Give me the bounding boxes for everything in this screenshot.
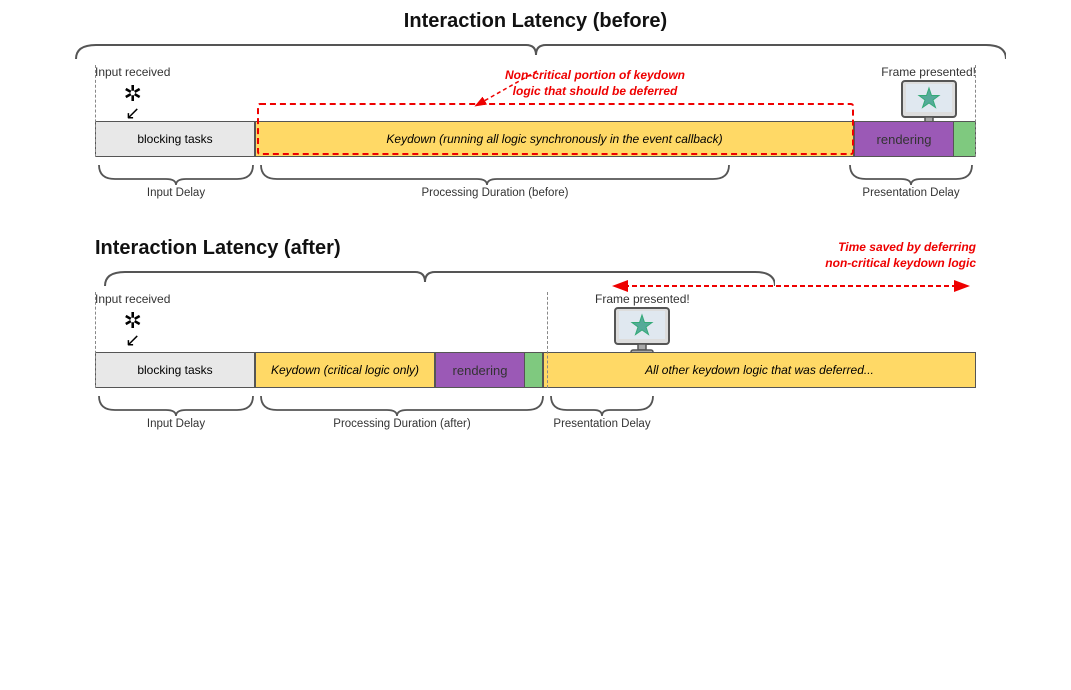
processing-duration-label-after: Processing Duration (after) <box>257 418 547 430</box>
sublabels-before: Input Delay Processing Duration (before)… <box>95 161 976 199</box>
frame-presented-before: Frame presented! <box>881 65 976 129</box>
brace-presentation-before <box>846 161 976 185</box>
brace-input-delay-after <box>95 392 257 416</box>
input-received-before: Input received ✲ ↙ <box>95 65 170 124</box>
processing-duration-label-before: Processing Duration (before) <box>257 187 733 199</box>
bar-keydown-before: Keydown (running all logic synchronously… <box>255 121 854 157</box>
brace-presentation-after <box>547 392 657 416</box>
non-critical-label: Non-critical portion of keydownlogic tha… <box>485 67 705 99</box>
input-delay-label-before: Input Delay <box>95 187 257 199</box>
presentation-delay-label-after: Presentation Delay <box>547 418 657 430</box>
bar-rendering-after: rendering <box>435 352 525 388</box>
monitor-icon-after <box>611 306 673 356</box>
sublabels-after: Input Delay Processing Duration (after) … <box>95 392 976 430</box>
bar-deferred-after: All other keydown logic that was deferre… <box>543 352 976 388</box>
timeline-before: blocking tasks Keydown (running all logi… <box>95 121 976 157</box>
top-brace-before <box>66 41 1006 63</box>
bar-keydown-after: Keydown (critical logic only) <box>255 352 435 388</box>
frame-presented-after: Frame presented! <box>595 292 690 356</box>
input-received-after: Input received ✲ ↙ <box>95 292 170 351</box>
bar-rendering-before: rendering <box>854 121 954 157</box>
brace-processing-before <box>257 161 854 185</box>
bar-blocking-after: blocking tasks <box>95 352 255 388</box>
time-saved-label: Time saved by deferringnon-critical keyd… <box>606 239 976 271</box>
presentation-delay-label-before: Presentation Delay <box>846 187 976 199</box>
bar-green-end-after <box>525 352 543 388</box>
brace-input-delay-before <box>95 161 257 185</box>
bar-blocking-before: blocking tasks <box>95 121 255 157</box>
input-delay-label-after: Input Delay <box>95 418 257 430</box>
section1-title: Interaction Latency (before) <box>40 10 1031 33</box>
timeline-after: blocking tasks Keydown (critical logic o… <box>95 352 976 388</box>
bar-green-end-before <box>954 121 976 157</box>
brace-processing-after <box>257 392 547 416</box>
